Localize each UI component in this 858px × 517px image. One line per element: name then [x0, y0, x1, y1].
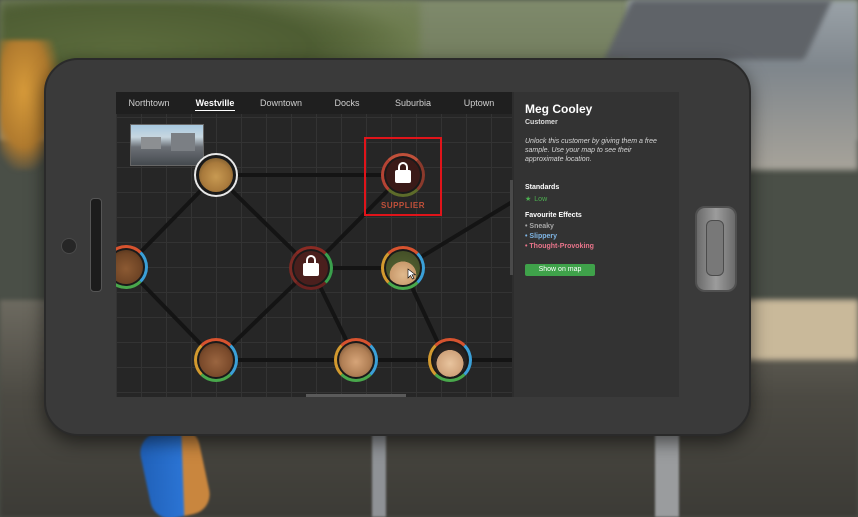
volume-button — [90, 198, 102, 292]
tab-docks[interactable]: Docks — [314, 92, 380, 114]
favourite-effect: • Sneaky — [525, 223, 554, 230]
customer-node[interactable] — [428, 338, 472, 382]
tab-downtown[interactable]: Downtown — [248, 92, 314, 114]
camera-icon — [61, 238, 77, 254]
vertical-scrollbar[interactable] — [510, 180, 513, 275]
tab-northtown[interactable]: Northtown — [116, 92, 182, 114]
customer-node[interactable] — [381, 246, 425, 290]
tab-westville[interactable]: Westville — [182, 92, 248, 114]
customer-node[interactable] — [334, 338, 378, 382]
roof — [604, 0, 832, 60]
tab-suburbia[interactable]: Suburbia — [380, 92, 446, 114]
show-on-map-button[interactable]: Show on map — [525, 264, 595, 276]
bench — [738, 300, 858, 360]
favourite-effect: • Thought-Provoking — [525, 243, 594, 250]
customer-node[interactable] — [194, 338, 238, 382]
cursor-icon — [407, 268, 417, 280]
standards-heading: Standards — [525, 184, 560, 191]
standards-level: Low — [534, 196, 548, 203]
customer-detail-panel: Meg Cooley Customer Unlock this customer… — [514, 92, 679, 397]
horizontal-scrollbar[interactable] — [306, 394, 406, 397]
customer-description: Unlock this customer by giving them a fr… — [525, 138, 657, 163]
supplier-label: SUPPLIER — [380, 201, 425, 210]
contacts-map[interactable]: SUPPLIER — [116, 92, 513, 397]
customer-node[interactable] — [194, 153, 238, 197]
phone-screen: SUPPLIER Northtown Westville Downtown Do… — [116, 92, 679, 397]
customer-name: Meg Cooley — [525, 102, 593, 116]
star-icon: ★ — [525, 196, 532, 203]
locked-customer-node[interactable] — [289, 246, 333, 290]
favourite-effects-heading: Favourite Effects — [525, 212, 582, 219]
lock-icon — [303, 255, 319, 276]
home-button[interactable] — [695, 206, 737, 292]
post — [655, 430, 679, 517]
tab-uptown[interactable]: Uptown — [446, 92, 512, 114]
post — [372, 430, 386, 517]
customer-role: Customer — [525, 119, 558, 126]
region-tabs: Northtown Westville Downtown Docks Subur… — [116, 92, 512, 114]
favourite-effect: • Slippery — [525, 233, 558, 240]
standards-value: ★ Low — [525, 195, 547, 203]
